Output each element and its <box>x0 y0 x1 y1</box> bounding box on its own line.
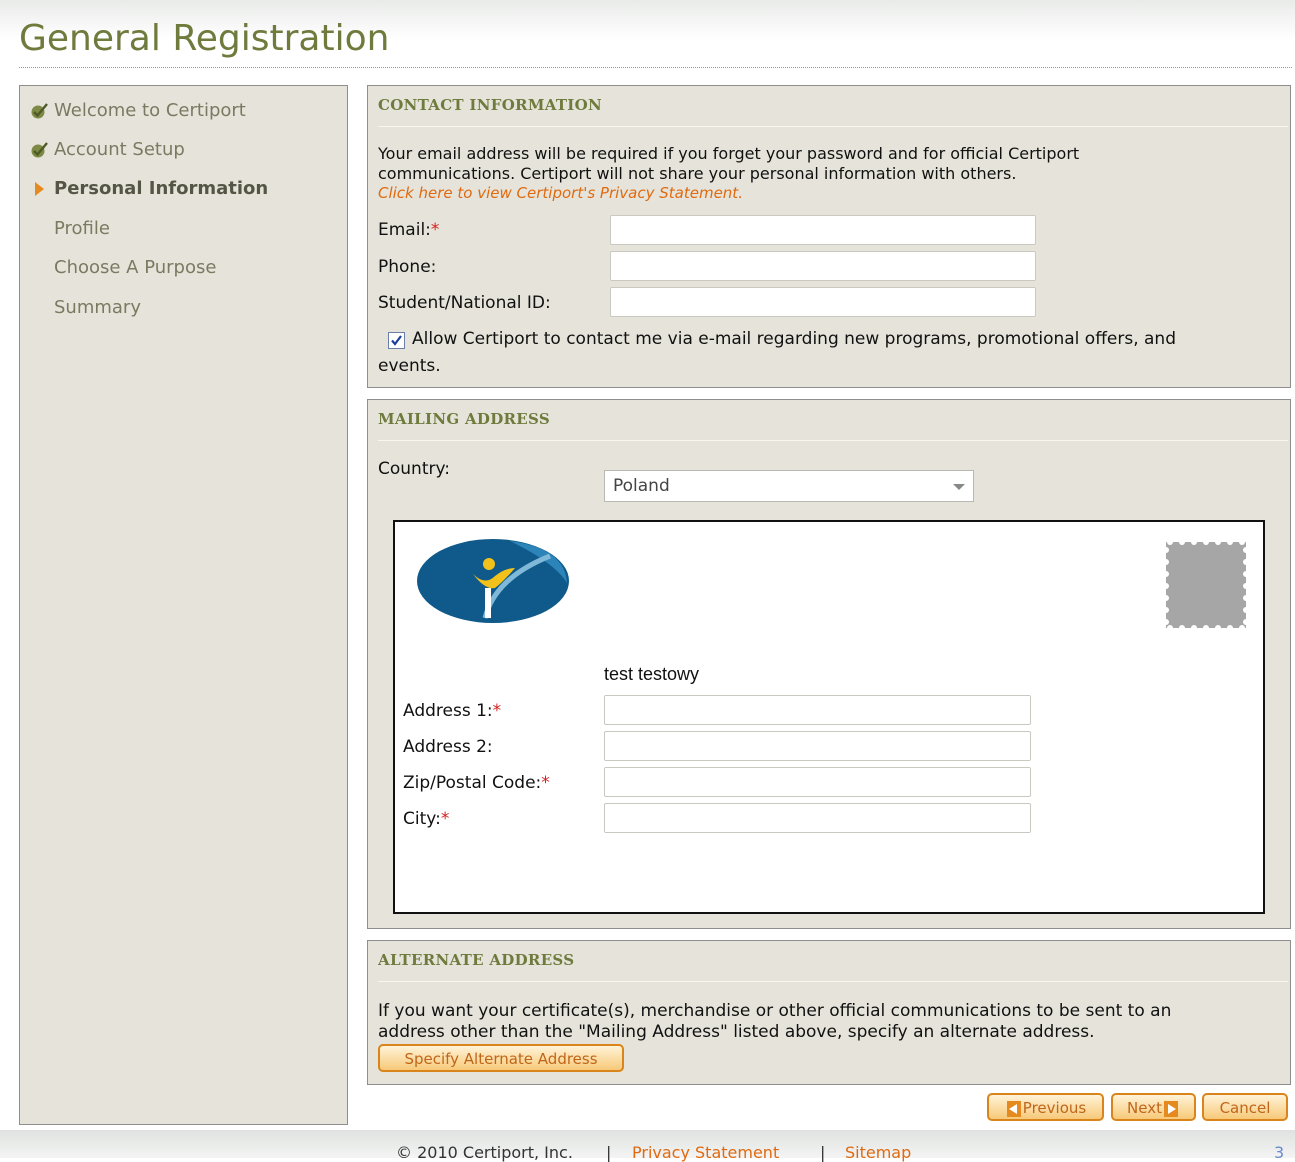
previous-button[interactable]: Previous <box>987 1093 1104 1121</box>
contact-heading: CONTACT INFORMATION <box>378 96 603 114</box>
student-id-field[interactable] <box>610 287 1036 317</box>
postage-stamp-icon <box>1163 539 1249 631</box>
step-label: Summary <box>54 297 141 318</box>
heading-divider <box>378 440 1288 441</box>
step-label: Choose A Purpose <box>54 257 217 278</box>
country-label: Country: <box>378 459 451 479</box>
mailing-address-panel: MAILING ADDRESS Country: Poland test tes… <box>367 399 1291 929</box>
phone-field[interactable] <box>610 251 1036 281</box>
checkmark-icon <box>30 141 50 159</box>
cancel-button[interactable]: Cancel <box>1202 1093 1288 1121</box>
address1-field[interactable] <box>604 695 1031 725</box>
address1-label: Address 1:* <box>403 701 502 721</box>
address-envelope: test testowy Address 1:* Address 2: Zip/… <box>393 520 1265 914</box>
alternate-text-line1: If you want your certificate(s), merchan… <box>378 1001 1172 1021</box>
next-button[interactable]: Next <box>1111 1093 1196 1121</box>
zip-label: Zip/Postal Code:* <box>403 773 550 793</box>
arrow-left-icon <box>1006 1100 1021 1117</box>
mailing-heading: MAILING ADDRESS <box>378 410 550 428</box>
address2-label: Address 2: <box>403 737 493 757</box>
email-optin-checkbox[interactable] <box>388 332 405 349</box>
alternate-heading: ALTERNATE ADDRESS <box>378 951 575 969</box>
recipient-name: test testowy <box>604 664 700 684</box>
heading-divider <box>378 981 1288 982</box>
step-label: Welcome to Certiport <box>54 100 246 121</box>
step-label: Profile <box>54 218 110 239</box>
checkmark-icon <box>30 102 50 120</box>
checkmark-icon <box>391 335 402 346</box>
country-select[interactable]: Poland <box>604 470 974 502</box>
optin-label-line2: events. <box>378 356 441 376</box>
optin-label-line1: Allow Certiport to contact me via e-mail… <box>412 329 1176 349</box>
alternate-text-line2: address other than the "Mailing Address"… <box>378 1022 1095 1042</box>
zip-field[interactable] <box>604 767 1031 797</box>
steps-sidebar: Welcome to Certiport Account Setup Perso… <box>19 85 348 1125</box>
alternate-address-panel: ALTERNATE ADDRESS If you want your certi… <box>367 940 1291 1085</box>
specify-alternate-address-button[interactable]: Specify Alternate Address <box>378 1044 624 1072</box>
privacy-statement-link[interactable]: Click here to view Certiport's Privacy S… <box>378 184 743 202</box>
page-title: General Registration <box>19 18 390 59</box>
email-label: Email:* <box>378 220 440 240</box>
email-field[interactable] <box>610 215 1036 245</box>
certiport-logo <box>417 539 569 623</box>
copyright: © 2010 Certiport, Inc. <box>396 1143 573 1162</box>
arrow-right-icon <box>1163 1100 1178 1117</box>
address2-field[interactable] <box>604 731 1031 761</box>
city-field[interactable] <box>604 803 1031 833</box>
contact-intro-line1: Your email address will be required if y… <box>378 144 1080 163</box>
city-label: City:* <box>403 809 450 829</box>
footer-privacy-link[interactable]: Privacy Statement <box>632 1143 779 1162</box>
student-id-label: Student/National ID: <box>378 293 551 313</box>
contact-information-panel: CONTACT INFORMATION Your email address w… <box>367 85 1291 388</box>
page-number: 3 <box>1274 1143 1285 1162</box>
phone-label: Phone: <box>378 257 437 277</box>
footer-separator: | <box>606 1143 612 1162</box>
title-divider <box>19 67 1292 68</box>
step-label: Account Setup <box>54 139 185 160</box>
footer-separator: | <box>820 1143 826 1162</box>
arrow-right-icon <box>30 180 50 198</box>
country-value: Poland <box>613 476 670 496</box>
chevron-down-icon <box>953 484 965 490</box>
step-label: Personal Information <box>54 178 269 199</box>
contact-intro-line2: communications. Certiport will not share… <box>378 164 1017 183</box>
heading-divider <box>378 126 1288 127</box>
footer-sitemap-link[interactable]: Sitemap <box>845 1143 911 1162</box>
